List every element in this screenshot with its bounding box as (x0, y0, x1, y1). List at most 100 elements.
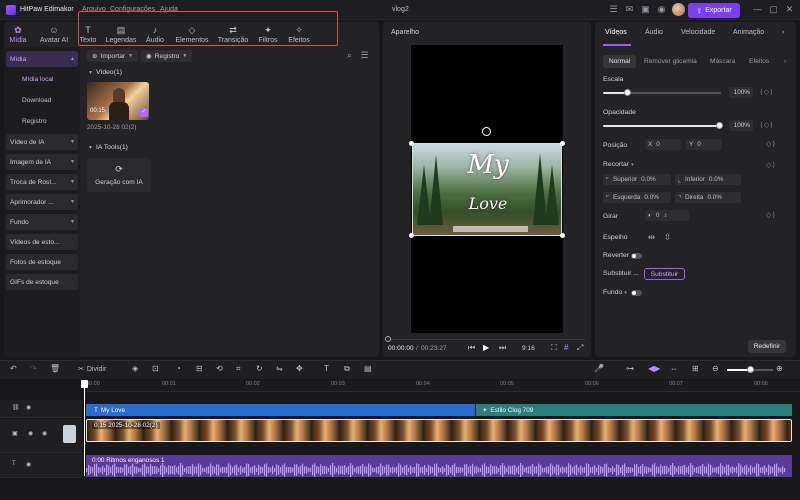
opacity-slider-knob[interactable] (716, 122, 723, 129)
redo-icon[interactable]: ↷ (30, 364, 37, 373)
visibility-icon[interactable]: ◉ (26, 404, 31, 411)
style-clip[interactable]: ✦ Estilo Clog 709 (476, 404, 792, 416)
close-icon[interactable]: ✕ (784, 4, 795, 15)
reset-button[interactable]: Redefinir (748, 340, 786, 353)
crop-header[interactable]: Recortar ▾ (603, 161, 634, 168)
video-clip[interactable] (86, 419, 792, 442)
sidebar-item-ai-video[interactable]: Vídeo de IA ▼ (6, 134, 78, 150)
reverse-toggle[interactable] (631, 253, 642, 259)
subtab-effects[interactable]: Efeitos (743, 55, 775, 68)
crop-top-field[interactable]: ⌜ Superior 0.0% (603, 174, 671, 185)
sidebar-item-download[interactable]: Download (6, 92, 78, 108)
opacity-slider[interactable] (603, 122, 723, 129)
sidebar-item-enhancer[interactable]: Aprimorador ... ▼ (6, 194, 78, 210)
tab-animation[interactable]: Animação (733, 29, 764, 36)
position-y-field[interactable]: Y0 (686, 139, 722, 150)
play-icon[interactable]: ▶ (483, 343, 489, 352)
zoom-slider-knob[interactable] (747, 366, 754, 373)
crop-right-field[interactable]: ⌝ Direita 0.0% (675, 192, 741, 203)
tab-speed[interactable]: Velocidade (681, 29, 715, 36)
flip-vertical-icon[interactable]: ⇳ (662, 232, 673, 243)
registry-dropdown[interactable]: ◉ Registro ▼ (141, 50, 193, 62)
link-icon[interactable]: ⊶ (626, 364, 634, 373)
flip-horizontal-icon[interactable]: ⇹ (646, 232, 657, 243)
keyframe-icon[interactable]: ◇⟩ (766, 140, 776, 148)
lock-icon[interactable]: ▣ (12, 430, 18, 437)
keyframe-icon[interactable]: ◇⟩ (766, 161, 776, 169)
resize-handle[interactable] (560, 233, 565, 238)
scale-slider-knob[interactable] (623, 89, 631, 96)
zoom-out-icon[interactable]: ⊖ (712, 364, 719, 373)
next-frame-icon[interactable]: ⏭ (499, 343, 506, 353)
list-view-icon[interactable]: ☰ (359, 50, 370, 61)
marker-icon[interactable]: ◈ (132, 364, 138, 373)
resize-handle[interactable] (560, 141, 565, 146)
message-icon[interactable]: ▣ (640, 4, 651, 15)
background-toggle[interactable] (631, 290, 642, 296)
mute-icon[interactable]: ◉ (42, 430, 47, 437)
mail-icon[interactable]: ✉ (624, 4, 635, 15)
overlay-icon[interactable]: ▤ (364, 364, 372, 373)
grid-icon[interactable]: # (564, 343, 568, 352)
crop-frame-icon[interactable]: ⌗ (236, 364, 241, 374)
rotate-tool-icon[interactable]: ⟲ (216, 364, 223, 373)
playhead-handle[interactable] (81, 380, 88, 388)
undo-icon[interactable]: ↶ (10, 364, 17, 373)
tab-avatar-ai[interactable]: ☺ Avatar AI (36, 22, 72, 46)
prev-frame-icon[interactable]: ⏮ (468, 343, 475, 353)
fit-icon[interactable]: ⇔ (670, 364, 678, 373)
speed-icon[interactable]: ◔ (176, 364, 181, 373)
minimize-icon[interactable]: — (752, 4, 763, 15)
sidebar-item-ai-image[interactable]: Imagem de IA ▼ (6, 154, 78, 170)
transform-icon[interactable]: ✥ (296, 364, 303, 373)
ai-section-header[interactable]: ▼ IA Tools(1) (88, 144, 128, 151)
sidebar-item-background[interactable]: Fundo ▼ (6, 214, 78, 230)
preview-progress-knob[interactable] (385, 336, 391, 342)
snap-icon[interactable]: ◀▶ (648, 364, 660, 373)
tab-media[interactable]: ✿ Mídia (6, 22, 30, 46)
sidebar-item-stock-photos[interactable]: Fotos de estoque (6, 254, 78, 270)
scale-slider[interactable] (603, 89, 721, 96)
crop-icon[interactable]: ⛶ (551, 343, 557, 353)
cover-thumbnail[interactable] (63, 425, 76, 443)
subtab-normal[interactable]: Normal (603, 55, 637, 68)
scale-value[interactable]: 100% (729, 87, 753, 98)
audio-track-icon[interactable]: T (12, 461, 16, 467)
resize-handle[interactable] (409, 233, 414, 238)
checkbox-checked-icon[interactable]: ✓ (139, 108, 148, 117)
user-avatar[interactable] (672, 3, 685, 16)
subtab-more-icon[interactable]: › (778, 55, 792, 68)
split-button[interactable]: ✂ Dividir (78, 365, 106, 374)
microphone-icon[interactable]: 🎤 (594, 364, 604, 373)
rotate-field[interactable]: ◐ 0 ⇕ (645, 210, 689, 221)
subtab-remove[interactable]: Remover glicemia (638, 55, 703, 68)
crop-bottom-field[interactable]: ⌞ Inferior 0.0% (675, 174, 741, 185)
text-tool-icon[interactable]: T (324, 364, 329, 373)
opacity-value[interactable]: 100% (729, 120, 753, 131)
import-button[interactable]: ⊕ Importar ▼ (87, 50, 139, 62)
link-track-icon[interactable]: ⛓ (12, 404, 20, 411)
fullscreen-icon[interactable]: ⤢ (577, 343, 583, 353)
sidebar-item-face-swap[interactable]: Troca de Rost... ▼ (6, 174, 78, 190)
rotate-handle-icon[interactable] (482, 127, 491, 136)
search-icon[interactable]: ⌕ (344, 50, 355, 61)
tab-more-icon[interactable]: › (782, 29, 784, 36)
keyframe-icon[interactable]: ◇⟩ (766, 211, 776, 219)
resize-handle[interactable] (409, 141, 414, 146)
keyframe-icon[interactable]: ⟨◇⟩ (760, 121, 774, 129)
volume-icon[interactable]: ◉ (26, 461, 31, 468)
sidebar-item-local-media[interactable]: Mídia local (6, 71, 78, 87)
zoom-in-icon[interactable]: ⊕ (776, 364, 783, 373)
mirror-tool-icon[interactable]: ⇋ (276, 364, 283, 373)
freeze-icon[interactable]: ⊟ (196, 364, 203, 373)
sidebar-item-media[interactable]: Mídia ▲ (6, 51, 78, 67)
project-name[interactable]: vlog2 (392, 6, 409, 13)
chat-icon[interactable]: ☰ (608, 4, 619, 15)
ai-generation-card[interactable]: ⟳ Geração com IA (87, 158, 151, 192)
loop-icon[interactable]: ↻ (256, 364, 263, 373)
aspect-ratio-dropdown[interactable]: 9:16 (522, 345, 535, 352)
timeline-ruler[interactable] (84, 380, 800, 392)
replace-button[interactable]: Substituir (644, 268, 685, 280)
position-x-field[interactable]: X0 (645, 139, 681, 150)
crop-left-field[interactable]: ⌜ Esquerda 0.0% (603, 192, 671, 203)
